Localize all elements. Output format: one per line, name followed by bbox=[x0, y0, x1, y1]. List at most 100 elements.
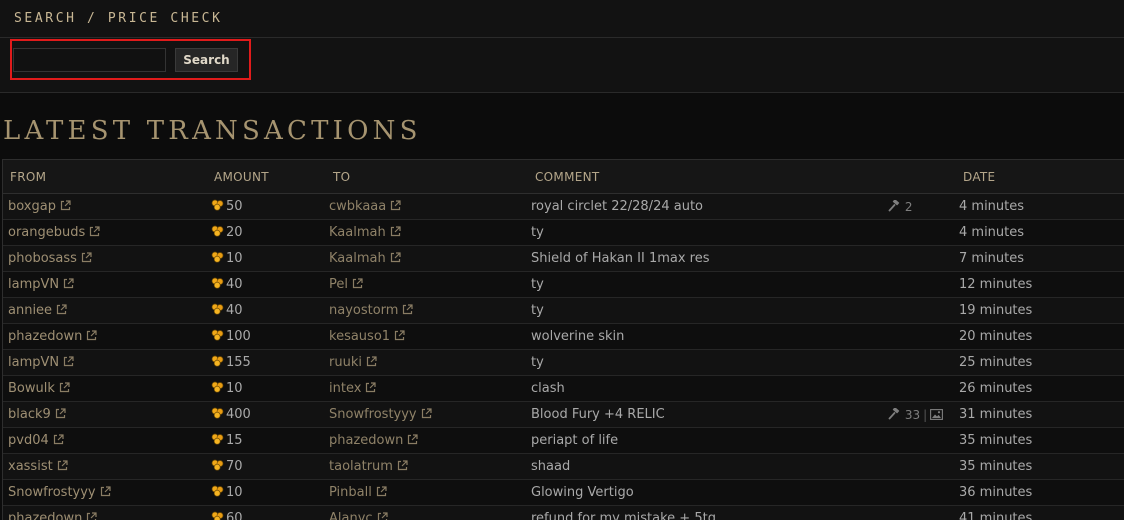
comment-cell: refund for my mistake + 5tg bbox=[531, 511, 716, 520]
search-button[interactable]: Search bbox=[175, 48, 238, 72]
to-cell: Kaalmah bbox=[329, 251, 401, 267]
external-link-icon[interactable] bbox=[407, 434, 418, 449]
amount-cell: 10 bbox=[211, 485, 243, 501]
table-row: orangebuds 20 Kaalmah ty 4 minutes bbox=[3, 220, 1124, 246]
from-user-link[interactable]: phazedown bbox=[8, 329, 82, 344]
amount-value: 40 bbox=[226, 277, 243, 292]
amount-value: 10 bbox=[226, 485, 243, 500]
from-user-link[interactable]: pvd04 bbox=[8, 433, 49, 448]
coin-icon bbox=[211, 251, 224, 267]
date-cell: 19 minutes bbox=[959, 303, 1033, 318]
to-user-link[interactable]: Pel bbox=[329, 277, 348, 292]
from-user-link[interactable]: lampVN bbox=[8, 277, 59, 292]
to-user-link[interactable]: intex bbox=[329, 381, 361, 396]
table-row: anniee 40 nayostorm ty 19 minutes bbox=[3, 298, 1124, 324]
amount-value: 70 bbox=[226, 459, 243, 474]
from-user-link[interactable]: lampVN bbox=[8, 355, 59, 370]
to-user-link[interactable]: nayostorm bbox=[329, 303, 398, 318]
external-link-icon[interactable] bbox=[53, 434, 64, 449]
image-icon[interactable] bbox=[930, 409, 944, 423]
column-header-comment[interactable]: COMMENT bbox=[535, 170, 600, 184]
search-input[interactable] bbox=[13, 48, 166, 72]
from-cell: boxgap bbox=[8, 199, 71, 215]
external-link-icon[interactable] bbox=[86, 330, 97, 345]
column-header-date[interactable]: DATE bbox=[963, 170, 995, 184]
coin-icon bbox=[211, 277, 224, 293]
external-link-icon[interactable] bbox=[60, 200, 71, 215]
bid-count[interactable]: 2 bbox=[905, 200, 913, 214]
external-link-icon[interactable] bbox=[390, 226, 401, 241]
from-user-link[interactable]: phazedown bbox=[8, 511, 82, 520]
to-user-link[interactable]: Kaalmah bbox=[329, 251, 386, 266]
amount-cell: 60 bbox=[211, 511, 243, 520]
to-user-link[interactable]: taolatrum bbox=[329, 459, 393, 474]
table-row: lampVN 40 Pel ty 12 minutes bbox=[3, 272, 1124, 298]
from-user-link[interactable]: Snowfrostyyy bbox=[8, 485, 96, 500]
column-header-from[interactable]: FROM bbox=[10, 170, 46, 184]
external-link-icon[interactable] bbox=[394, 330, 405, 345]
coin-icon bbox=[211, 381, 224, 397]
amount-value: 10 bbox=[226, 251, 243, 266]
to-user-link[interactable]: Snowfrostyyy bbox=[329, 407, 417, 422]
external-link-icon[interactable] bbox=[59, 382, 70, 397]
to-user-link[interactable]: phazedown bbox=[329, 433, 403, 448]
to-user-link[interactable]: Alanyc bbox=[329, 511, 373, 520]
meta-cell: 2 bbox=[888, 199, 913, 215]
to-user-link[interactable]: ruuki bbox=[329, 355, 362, 370]
from-user-link[interactable]: black9 bbox=[8, 407, 51, 422]
external-link-icon[interactable] bbox=[63, 356, 74, 371]
comment-cell: ty bbox=[531, 277, 544, 292]
column-header-amount[interactable]: AMOUNT bbox=[214, 170, 269, 184]
from-user-link[interactable]: xassist bbox=[8, 459, 53, 474]
gavel-icon bbox=[888, 407, 901, 423]
column-header-to[interactable]: TO bbox=[333, 170, 350, 184]
external-link-icon[interactable] bbox=[86, 512, 97, 520]
comment-cell: Shield of Hakan II 1max res bbox=[531, 251, 710, 266]
external-link-icon[interactable] bbox=[57, 460, 68, 475]
bid-count[interactable]: 33 bbox=[905, 408, 920, 422]
amount-cell: 155 bbox=[211, 355, 251, 371]
external-link-icon[interactable] bbox=[377, 512, 388, 520]
external-link-icon[interactable] bbox=[376, 486, 387, 501]
date-cell: 41 minutes bbox=[959, 511, 1033, 520]
date-cell: 4 minutes bbox=[959, 199, 1025, 214]
to-user-link[interactable]: kesauso1 bbox=[329, 329, 390, 344]
external-link-icon[interactable] bbox=[366, 356, 377, 371]
external-link-icon[interactable] bbox=[352, 278, 363, 293]
from-user-link[interactable]: Bowulk bbox=[8, 381, 55, 396]
external-link-icon[interactable] bbox=[390, 252, 401, 267]
to-user-link[interactable]: cwbkaaa bbox=[329, 199, 386, 214]
to-cell: Pel bbox=[329, 277, 363, 293]
external-link-icon[interactable] bbox=[365, 382, 377, 397]
to-cell: phazedown bbox=[329, 433, 418, 449]
external-link-icon[interactable] bbox=[55, 408, 66, 423]
search-title: SEARCH / PRICE CHECK bbox=[14, 11, 223, 26]
comment-cell: ty bbox=[531, 355, 544, 370]
to-cell: cwbkaaa bbox=[329, 199, 401, 215]
to-cell: taolatrum bbox=[329, 459, 408, 475]
date-cell: 36 minutes bbox=[959, 485, 1033, 500]
external-link-icon[interactable] bbox=[402, 304, 414, 319]
external-link-icon[interactable] bbox=[89, 226, 100, 241]
external-link-icon[interactable] bbox=[100, 486, 111, 501]
external-link-icon[interactable] bbox=[397, 460, 408, 475]
external-link-icon[interactable] bbox=[390, 200, 401, 215]
from-cell: Bowulk bbox=[8, 381, 70, 397]
external-link-icon[interactable] bbox=[421, 408, 432, 423]
comment-cell: Blood Fury +4 RELIC bbox=[531, 407, 665, 422]
external-link-icon[interactable] bbox=[63, 278, 74, 293]
external-link-icon[interactable] bbox=[81, 252, 92, 267]
from-user-link[interactable]: orangebuds bbox=[8, 225, 85, 240]
coin-icon bbox=[211, 225, 224, 241]
date-cell: 12 minutes bbox=[959, 277, 1033, 292]
coin-icon bbox=[211, 459, 224, 475]
to-user-link[interactable]: Pinball bbox=[329, 485, 372, 500]
to-cell: kesauso1 bbox=[329, 329, 405, 345]
from-user-link[interactable]: phobosass bbox=[8, 251, 77, 266]
from-user-link[interactable]: anniee bbox=[8, 303, 52, 318]
gavel-icon bbox=[888, 199, 901, 215]
meta-cell: 33 | bbox=[888, 407, 944, 423]
to-user-link[interactable]: Kaalmah bbox=[329, 225, 386, 240]
from-user-link[interactable]: boxgap bbox=[8, 199, 56, 214]
external-link-icon[interactable] bbox=[56, 304, 67, 319]
